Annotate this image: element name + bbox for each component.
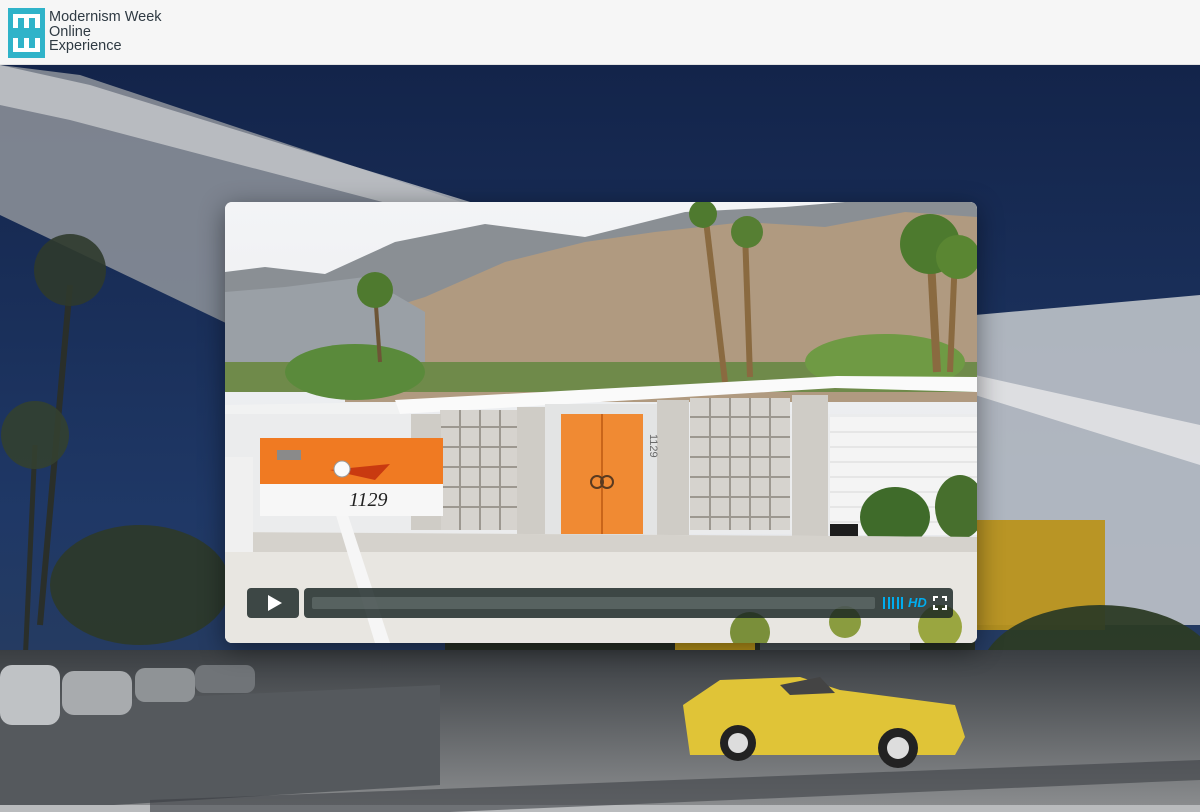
fullscreen-icon[interactable] xyxy=(933,596,947,610)
play-button[interactable] xyxy=(247,588,299,618)
door-house-number: 1129 xyxy=(647,434,659,458)
video-player[interactable]: 1129 1129 HD xyxy=(225,202,977,643)
brand-line-1: Modernism Week xyxy=(49,9,162,25)
hd-toggle[interactable]: HD xyxy=(908,595,927,610)
mailbox-house-number: 1129 xyxy=(349,489,388,511)
hero-background: 1129 1129 HD xyxy=(0,65,1200,812)
site-logo-link[interactable]: Modernism Week Online Experience xyxy=(8,8,162,58)
volume-bars-icon[interactable] xyxy=(883,597,903,609)
player-controls: HD xyxy=(247,588,953,618)
top-bar: Modernism Week Online Experience xyxy=(0,0,1200,65)
brand-line-3: Experience xyxy=(49,38,122,55)
progress-bar[interactable] xyxy=(312,597,875,609)
mw-logo-icon xyxy=(8,8,45,58)
control-bar: HD xyxy=(304,588,953,618)
video-frame: 1129 1129 xyxy=(225,202,977,643)
play-icon xyxy=(267,595,282,611)
brand-name: Modernism Week Online Experience xyxy=(49,10,162,54)
brand-line-2: Online xyxy=(49,23,91,40)
